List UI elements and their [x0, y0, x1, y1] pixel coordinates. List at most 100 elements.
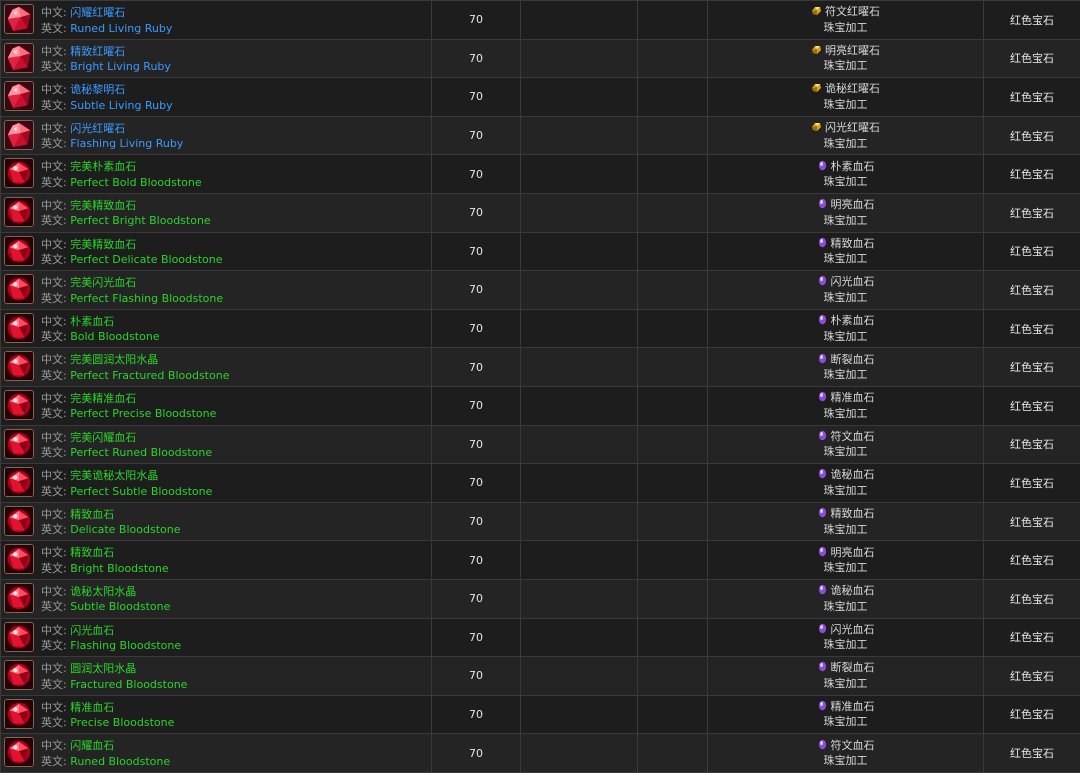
item-chinese-name[interactable]: 朴素血石	[70, 315, 114, 328]
source-line[interactable]: 符文血石	[708, 738, 983, 754]
source-item-name[interactable]: 明亮红曜石	[825, 44, 880, 57]
item-chinese-name[interactable]: 完美精准血石	[70, 392, 136, 405]
source-line[interactable]: 明亮红曜石	[708, 43, 983, 59]
bloodstone-icon[interactable]	[4, 544, 34, 574]
source-line[interactable]: 闪光血石	[708, 622, 983, 638]
table-row[interactable]: 中文: 精致红曜石 英文: Bright Living Ruby 70 明亮红曜…	[1, 39, 1080, 78]
source-line[interactable]: 朴素血石	[708, 159, 983, 175]
source-line[interactable]: 诡秘血石	[708, 583, 983, 599]
bloodstone-icon[interactable]	[4, 197, 34, 227]
item-english-name[interactable]: Perfect Bright Bloodstone	[70, 214, 210, 227]
table-row[interactable]: 中文: 闪光血石 英文: Flashing Bloodstone 70 闪光血石…	[1, 618, 1080, 657]
table-row[interactable]: 中文: 完美精致血石 英文: Perfect Delicate Bloodsto…	[1, 232, 1080, 271]
source-line[interactable]: 精准血石	[708, 390, 983, 406]
table-row[interactable]: 中文: 闪耀红曜石 英文: Runed Living Ruby 70 符文红曜石…	[1, 1, 1080, 40]
item-chinese-name[interactable]: 精致红曜石	[70, 45, 125, 58]
source-item-name[interactable]: 精致血石	[831, 237, 875, 250]
table-row[interactable]: 中文: 闪光红曜石 英文: Flashing Living Ruby 70 闪光…	[1, 116, 1080, 155]
source-item-name[interactable]: 闪光血石	[831, 623, 875, 636]
item-chinese-name[interactable]: 完美诡秘太阳水晶	[70, 469, 158, 482]
item-chinese-name[interactable]: 圆润太阳水晶	[70, 662, 136, 675]
table-row[interactable]: 中文: 完美闪耀血石 英文: Perfect Runed Bloodstone …	[1, 425, 1080, 464]
bloodstone-icon[interactable]	[4, 467, 34, 497]
item-english-name[interactable]: Flashing Living Ruby	[70, 137, 183, 150]
item-english-name[interactable]: Fractured Bloodstone	[70, 678, 187, 691]
table-row[interactable]: 中文: 精致血石 英文: Delicate Bloodstone 70 精致血石…	[1, 502, 1080, 541]
source-line[interactable]: 断裂血石	[708, 660, 983, 676]
bloodstone-icon[interactable]	[4, 351, 34, 381]
item-english-name[interactable]: Delicate Bloodstone	[70, 523, 180, 536]
item-chinese-name[interactable]: 诡秘黎明石	[70, 83, 125, 96]
table-row[interactable]: 中文: 完美诡秘太阳水晶 英文: Perfect Subtle Bloodsto…	[1, 464, 1080, 503]
living-ruby-icon[interactable]	[4, 43, 34, 73]
table-row[interactable]: 中文: 完美圆润太阳水晶 英文: Perfect Fractured Blood…	[1, 348, 1080, 387]
source-item-name[interactable]: 断裂血石	[831, 353, 875, 366]
table-row[interactable]: 中文: 圆润太阳水晶 英文: Fractured Bloodstone 70 断…	[1, 657, 1080, 696]
bloodstone-icon[interactable]	[4, 583, 34, 613]
item-english-name[interactable]: Subtle Bloodstone	[70, 600, 170, 613]
item-english-name[interactable]: Bright Bloodstone	[70, 562, 168, 575]
item-english-name[interactable]: Subtle Living Ruby	[70, 99, 172, 112]
source-item-name[interactable]: 闪光血石	[831, 275, 875, 288]
source-line[interactable]: 断裂血石	[708, 352, 983, 368]
item-chinese-name[interactable]: 完美精致血石	[70, 199, 136, 212]
table-row[interactable]: 中文: 完美精致血石 英文: Perfect Bright Bloodstone…	[1, 193, 1080, 232]
source-item-name[interactable]: 朴素血石	[831, 314, 875, 327]
source-item-name[interactable]: 精致血石	[831, 507, 875, 520]
bloodstone-icon[interactable]	[4, 313, 34, 343]
item-english-name[interactable]: Perfect Bold Bloodstone	[70, 176, 201, 189]
item-english-name[interactable]: Perfect Subtle Bloodstone	[70, 485, 212, 498]
item-english-name[interactable]: Perfect Fractured Bloodstone	[70, 369, 229, 382]
bloodstone-icon[interactable]	[4, 390, 34, 420]
source-line[interactable]: 精致血石	[708, 236, 983, 252]
item-chinese-name[interactable]: 闪耀红曜石	[70, 6, 125, 19]
item-english-name[interactable]: Bold Bloodstone	[70, 330, 159, 343]
bloodstone-icon[interactable]	[4, 274, 34, 304]
table-row[interactable]: 中文: 完美精准血石 英文: Perfect Precise Bloodston…	[1, 386, 1080, 425]
table-row[interactable]: 中文: 完美闪光血石 英文: Perfect Flashing Bloodsto…	[1, 271, 1080, 310]
source-item-name[interactable]: 符文血石	[831, 430, 875, 443]
table-row[interactable]: 中文: 朴素血石 英文: Bold Bloodstone 70 朴素血石 珠宝加…	[1, 309, 1080, 348]
source-line[interactable]: 精致血石	[708, 506, 983, 522]
living-ruby-icon[interactable]	[4, 4, 34, 34]
source-line[interactable]: 符文血石	[708, 429, 983, 445]
source-item-name[interactable]: 符文红曜石	[825, 5, 880, 18]
item-chinese-name[interactable]: 闪耀血石	[70, 739, 114, 752]
bloodstone-icon[interactable]	[4, 622, 34, 652]
bloodstone-icon[interactable]	[4, 158, 34, 188]
item-chinese-name[interactable]: 完美闪耀血石	[70, 431, 136, 444]
item-chinese-name[interactable]: 精致血石	[70, 546, 114, 559]
item-english-name[interactable]: Runed Living Ruby	[70, 22, 172, 35]
item-chinese-name[interactable]: 精致血石	[70, 508, 114, 521]
source-line[interactable]: 明亮血石	[708, 197, 983, 213]
item-chinese-name[interactable]: 完美闪光血石	[70, 276, 136, 289]
table-row[interactable]: 中文: 精致血石 英文: Bright Bloodstone 70 明亮血石 珠…	[1, 541, 1080, 580]
bloodstone-icon[interactable]	[4, 699, 34, 729]
source-item-name[interactable]: 断裂血石	[831, 661, 875, 674]
table-row[interactable]: 中文: 诡秘太阳水晶 英文: Subtle Bloodstone 70 诡秘血石…	[1, 579, 1080, 618]
source-line[interactable]: 朴素血石	[708, 313, 983, 329]
source-line[interactable]: 精准血石	[708, 699, 983, 715]
source-item-name[interactable]: 闪光红曜石	[825, 121, 880, 134]
item-english-name[interactable]: Perfect Runed Bloodstone	[70, 446, 212, 459]
table-row[interactable]: 中文: 精准血石 英文: Precise Bloodstone 70 精准血石 …	[1, 695, 1080, 734]
source-item-name[interactable]: 精准血石	[831, 391, 875, 404]
item-chinese-name[interactable]: 完美精致血石	[70, 238, 136, 251]
living-ruby-icon[interactable]	[4, 81, 34, 111]
item-english-name[interactable]: Perfect Precise Bloodstone	[70, 407, 216, 420]
source-item-name[interactable]: 诡秘血石	[831, 584, 875, 597]
bloodstone-icon[interactable]	[4, 506, 34, 536]
source-line[interactable]: 闪光红曜石	[708, 120, 983, 136]
source-item-name[interactable]: 朴素血石	[831, 160, 875, 173]
item-chinese-name[interactable]: 闪光血石	[70, 624, 114, 637]
item-english-name[interactable]: Flashing Bloodstone	[70, 639, 181, 652]
item-chinese-name[interactable]: 完美圆润太阳水晶	[70, 353, 158, 366]
item-chinese-name[interactable]: 精准血石	[70, 701, 114, 714]
item-english-name[interactable]: Perfect Delicate Bloodstone	[70, 253, 222, 266]
table-row[interactable]: 中文: 诡秘黎明石 英文: Subtle Living Ruby 70 诡秘红曜…	[1, 78, 1080, 117]
source-line[interactable]: 明亮血石	[708, 545, 983, 561]
item-chinese-name[interactable]: 完美朴素血石	[70, 160, 136, 173]
source-item-name[interactable]: 诡秘血石	[831, 468, 875, 481]
bloodstone-icon[interactable]	[4, 737, 34, 767]
source-line[interactable]: 符文红曜石	[708, 4, 983, 20]
